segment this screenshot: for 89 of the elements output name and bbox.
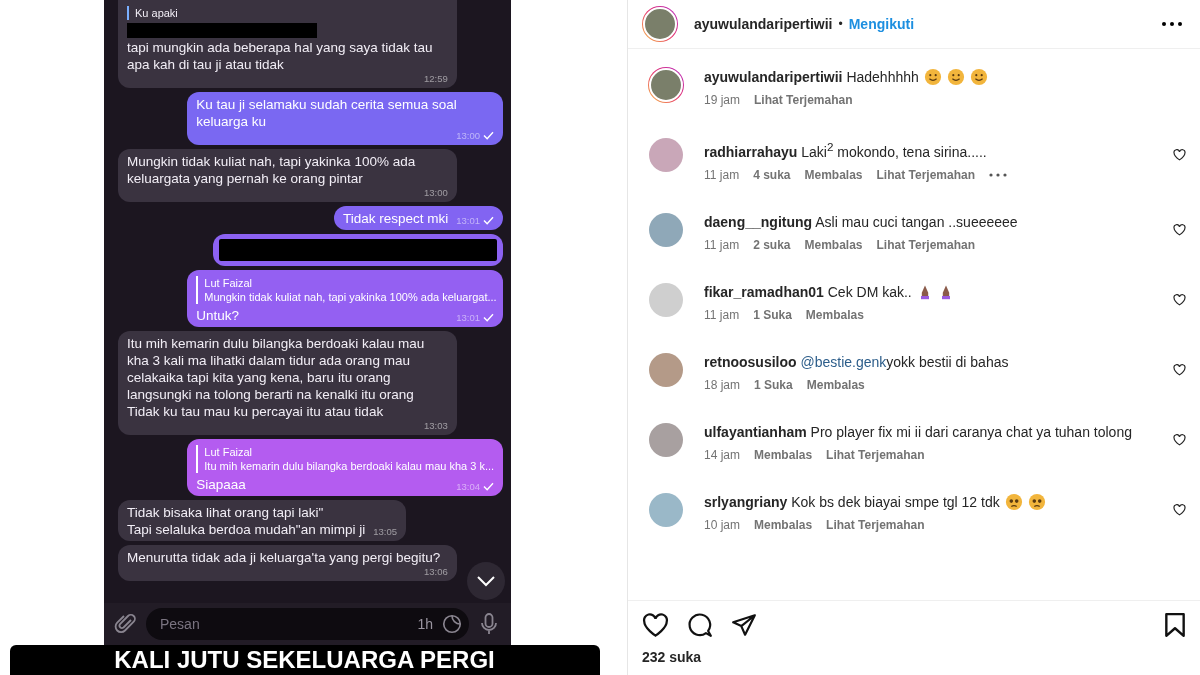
- comment-time: 19 jam: [704, 93, 741, 107]
- smiling-face-icon: [923, 68, 942, 86]
- check-icon: [483, 482, 494, 491]
- caption-banner: KALI JUTU SEKELUARGA PERGI: [9, 645, 600, 675]
- likes-count[interactable]: 1 Suka: [753, 307, 792, 322]
- quoted-sender: Lut Faizal: [204, 445, 253, 459]
- message-time: 13:04: [456, 480, 480, 494]
- comment-text: radhiarrahayu Laki$^{2}$ mokondo, tena sirina.....: [704, 139, 987, 162]
- translation-link[interactable]: Lihat Terjemahan: [754, 93, 853, 107]
- avatar[interactable]: [642, 6, 678, 42]
- message-text: Menurutta tidak ada ji keluarga'ta yang pergi begitu?: [127, 549, 441, 566]
- comment-text: ayuwulandaripertiwii Hadehhhhh: [704, 68, 919, 87]
- likes-count[interactable]: 232 suka: [628, 649, 1200, 675]
- reply-link[interactable]: Membalas: [806, 377, 865, 392]
- like-heart-icon[interactable]: [1173, 433, 1186, 446]
- avatar[interactable]: [648, 67, 684, 103]
- comment-icon[interactable]: [687, 612, 713, 638]
- comment-time: 14 jam: [704, 447, 741, 462]
- bookmark-icon[interactable]: [1164, 612, 1186, 638]
- comment-text: fikar_ramadhan01 Cek DM kak..: [704, 282, 912, 302]
- comment-time: 10 jam: [704, 517, 741, 532]
- like-heart-icon[interactable]: [642, 612, 669, 638]
- comment-time: 11 jam: [704, 307, 740, 322]
- reply-link[interactable]: Membalas: [804, 167, 863, 182]
- scroll-down-button[interactable]: [467, 562, 505, 600]
- message-time: 12:59: [424, 72, 448, 86]
- message-text: tapi mungkin ada beberapa hal yang saya tidak tau apa kah di tau ji atau tidak: [127, 39, 434, 73]
- like-heart-icon[interactable]: [1173, 293, 1186, 306]
- reply-link[interactable]: Membalas: [804, 237, 863, 252]
- reply-link[interactable]: Membalas: [754, 517, 813, 532]
- chevron-down-icon: [476, 575, 496, 587]
- username[interactable]: ayuwulandaripertiwii: [694, 16, 833, 32]
- more-options-icon[interactable]: [989, 172, 1007, 177]
- message-time: 13:00: [456, 129, 480, 143]
- quoted-text: Mungkin tidak kuliat nah, tapi yakinka 100% ada keluargat...: [204, 290, 494, 304]
- reply-link[interactable]: Membalas: [805, 307, 864, 322]
- comment-time: 11 jam: [704, 237, 740, 252]
- message-time: 13:05: [373, 525, 397, 539]
- timer-label: 1h: [417, 616, 433, 632]
- likes-count[interactable]: 1 Suka: [754, 377, 793, 392]
- comment-time: 18 jam: [704, 377, 741, 392]
- check-icon: [483, 131, 494, 140]
- following-button[interactable]: Mengikuti: [848, 16, 915, 32]
- check-icon: [483, 216, 494, 225]
- message-text: Siapaaa: [196, 476, 246, 493]
- message-text: Itu mih kemarin dulu bilangka berdoaki kalau mau kha 3 kali ma lihatki dalam tidur ada orang mau celakaika tapi kita yang kena, baru itu orang langsungki na tolong berarti na kenalki itu orang Tidak ku tau mau ku percayai itu atau tidak: [127, 335, 426, 420]
- message-text: Tidak bisaka lihat orang tapi laki" Tapi selaluka berdoa mudah"an mimpi ji: [127, 504, 366, 538]
- translation-link[interactable]: Lihat Terjemahan: [876, 167, 975, 182]
- message-text: Tidak respect mki: [342, 210, 449, 227]
- separator-dot: •: [838, 17, 843, 31]
- message-time: 13:01: [456, 214, 480, 228]
- quoted-text: Itu mih kemarin dulu bilangka berdoaki kalau mau kha 3 k...: [204, 459, 494, 473]
- message-text: Untuk?: [196, 307, 240, 324]
- translation-link[interactable]: Lihat Terjemahan: [876, 237, 975, 252]
- message-time: 13:03: [424, 419, 448, 433]
- quoted-sender: Lut Faizal: [204, 276, 253, 290]
- check-icon: [483, 313, 494, 322]
- message-input[interactable]: Pesan: [158, 615, 410, 633]
- likes-count[interactable]: 2 suka: [753, 237, 791, 252]
- avatar[interactable]: [648, 421, 684, 458]
- message-text: Mungkin tidak kuliat nah, tapi yakinka 100% ada keluargata yang pernah ke orang pintar: [127, 153, 417, 187]
- translation-link[interactable]: Lihat Terjemahan: [826, 447, 925, 462]
- more-options-icon[interactable]: [1162, 22, 1182, 26]
- comment-text: ulfayantianham Pro player fix mi ii dari caranya chat ya tuhan tolong: [704, 422, 1132, 442]
- sticker-icon[interactable]: [441, 613, 463, 635]
- like-heart-icon[interactable]: [1173, 149, 1186, 161]
- like-heart-icon[interactable]: [1173, 223, 1186, 236]
- message-field[interactable]: Pesan 1h: [146, 608, 469, 640]
- avatar[interactable]: [648, 351, 684, 388]
- comment-text: retnoosusiloo @bestie.genkyokk bestii di bahas: [704, 352, 1009, 372]
- message-time: 13:01: [456, 311, 480, 325]
- like-heart-icon[interactable]: [1173, 503, 1186, 516]
- likes-count[interactable]: 4 suka: [753, 167, 791, 182]
- smiling-face-icon: [946, 68, 965, 86]
- message-time: 13:06: [424, 565, 448, 579]
- paperclip-icon[interactable]: [114, 612, 138, 636]
- quoted-text: Ku apaki: [135, 6, 179, 20]
- like-heart-icon[interactable]: [1173, 363, 1186, 376]
- comment-time: 11 jam: [704, 167, 740, 182]
- smiling-face-icon: [969, 68, 988, 86]
- pleading-face-icon: [1027, 492, 1046, 511]
- message-text: Ku tau ji selamaku sudah cerita semua soal keluarga ku: [196, 96, 458, 130]
- send-icon[interactable]: [731, 612, 757, 638]
- comment-text: daeng__ngitung Asli mau cuci tangan ..sueeeeee: [704, 212, 1018, 232]
- translation-link[interactable]: Lihat Terjemahan: [826, 517, 925, 532]
- pleading-face-icon: [1004, 492, 1023, 511]
- reply-link[interactable]: Membalas: [754, 447, 813, 462]
- comment-text: srlyangriany Kok bs dek biayai smpe tgl 12 tdk: [704, 492, 1000, 512]
- message-time: 13:00: [424, 186, 448, 200]
